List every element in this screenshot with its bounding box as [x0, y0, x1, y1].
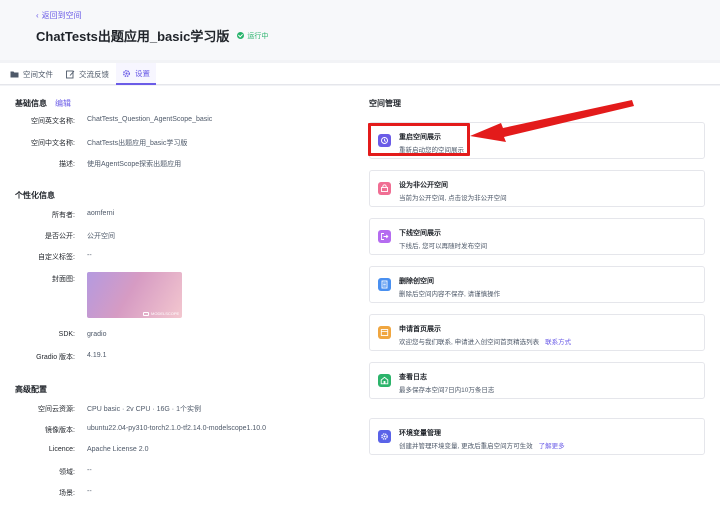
learn-more-link[interactable]: 了解更多 — [539, 443, 565, 450]
custom-tags-label: 自定义标签: — [38, 254, 75, 261]
folder-icon — [10, 71, 19, 78]
licence-value: Apache License 2.0 — [87, 446, 149, 453]
settings-icon — [378, 430, 391, 443]
sdk-label: SDK: — [58, 331, 75, 338]
logo-icon — [143, 311, 149, 316]
cloud-resource-value: CPU basic · 2v CPU · 16G · 1个实例 — [87, 406, 201, 413]
chevron-left-icon: ‹ — [36, 11, 39, 20]
space-en-name-label: 空间英文名称: — [31, 118, 75, 125]
description-value: 使用AgentScope探索出题应用 — [87, 161, 182, 168]
public-label: 是否公开: — [45, 233, 75, 240]
gradio-version-label: Gradio 版本: — [36, 354, 75, 361]
gradio-version-value: 4.19.1 — [87, 352, 107, 359]
edit-basic-info-link[interactable]: 编辑 — [55, 99, 71, 108]
custom-tags-value: -- — [87, 252, 92, 259]
domain-label: 领域: — [59, 469, 75, 476]
edit-icon — [66, 70, 75, 78]
offline-space-card[interactable]: 下线空间展示 下线后, 您可以再随时发布空间 — [369, 218, 705, 255]
cover-image-label: 封面图: — [52, 276, 75, 283]
status-badge: 运行中 — [237, 31, 268, 41]
scene-label: 场景: — [59, 490, 75, 497]
lock-icon — [378, 182, 391, 195]
page-header: ‹ 返回到空间 ChatTests出题应用_basic学习版 运行中 — [0, 0, 720, 60]
red-highlight-box — [368, 123, 470, 156]
set-private-card[interactable]: 设为非公开空间 当前为公开空间, 点击设为非公开空间 — [369, 170, 705, 207]
tabs-bar: 空间文件 交流反馈 设置 — [0, 63, 720, 85]
advanced-config-title: 高级配置 — [15, 385, 47, 394]
owner-value: aomferni — [87, 210, 115, 217]
space-cn-name-value: ChatTests出题应用_basic学习版 — [87, 140, 188, 147]
title-row: ChatTests出题应用_basic学习版 运行中 — [36, 26, 268, 45]
basic-info-title: 基础信息 编辑 — [15, 99, 71, 108]
space-en-name-value: ChatTests_Question_AgentScope_basic — [87, 116, 213, 123]
gear-icon — [123, 69, 130, 77]
scene-value: -- — [87, 488, 92, 495]
sdk-value: gradio — [87, 331, 107, 338]
image-version-label: 镜像版本: — [45, 427, 75, 434]
cloud-resource-label: 空间云资源: — [38, 406, 75, 413]
owner-label: 所有者: — [52, 212, 75, 219]
modelscope-logo: MODELSCOPE — [143, 311, 179, 316]
document-icon — [378, 278, 391, 291]
tab-feedback[interactable]: 交流反馈 — [66, 63, 109, 85]
space-cn-name-label: 空间中文名称: — [31, 140, 75, 147]
logout-icon — [378, 230, 391, 243]
description-label: 描述: — [59, 161, 75, 168]
domain-value: -- — [87, 467, 92, 474]
tab-settings[interactable]: 设置 — [116, 63, 156, 85]
space-management-title: 空间管理 — [369, 99, 401, 108]
licence-label: Licence: — [48, 446, 75, 453]
personal-info-title: 个性化信息 — [15, 191, 55, 200]
apply-homepage-card[interactable]: 申请首页展示 欢迎您与我们联系, 申请进入创空间首页精选列表 联系方式 — [369, 314, 705, 351]
log-icon — [378, 374, 391, 387]
contact-link[interactable]: 联系方式 — [545, 339, 571, 346]
tab-space-files[interactable]: 空间文件 — [10, 63, 53, 85]
homepage-icon — [378, 326, 391, 339]
cover-image: MODELSCOPE — [87, 272, 182, 318]
env-variables-card[interactable]: 环境变量管理 创建并管理环境变量, 更改后重启空间方可生效 了解更多 — [369, 418, 705, 455]
view-logs-card[interactable]: 查看日志 最多保存本空间7日内10万条日志 — [369, 362, 705, 399]
delete-space-card[interactable]: 删除创空间 删除后空间内容不保存, 请谨慎操作 — [369, 266, 705, 303]
public-value: 公开空间 — [87, 233, 115, 240]
image-version-value: ubuntu22.04-py310-torch2.1.0-tf2.14.0-mo… — [87, 425, 267, 432]
back-to-spaces-link[interactable]: ‹ 返回到空间 — [36, 10, 82, 21]
check-circle-icon — [237, 32, 245, 39]
page-title: ChatTests出题应用_basic学习版 — [36, 29, 230, 44]
